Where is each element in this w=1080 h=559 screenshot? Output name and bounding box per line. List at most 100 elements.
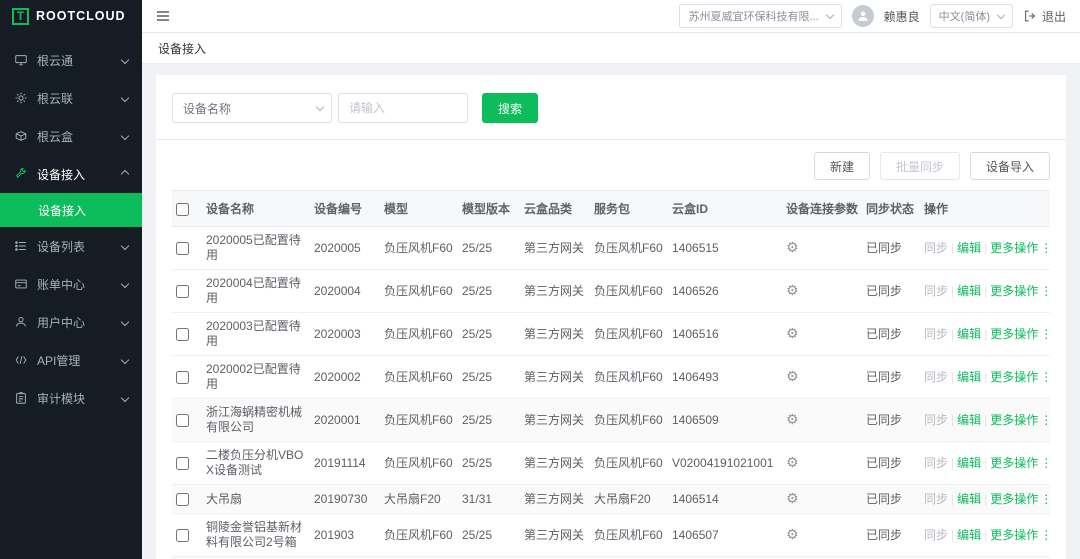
sidebar-item-user-center[interactable]: 用户中心: [0, 303, 142, 341]
user-avatar[interactable]: [852, 5, 874, 27]
table-toolbar: 新建 批量同步 设备导入: [156, 140, 1066, 190]
action-separator: |: [984, 284, 987, 298]
sync-action[interactable]: 同步: [924, 456, 948, 470]
search-button[interactable]: 搜索: [482, 93, 538, 123]
more-actions-dots-icon[interactable]: ⋮: [1040, 456, 1050, 470]
connection-params-gear-icon[interactable]: ⚙: [786, 454, 799, 470]
more-actions[interactable]: 更多操作: [990, 370, 1038, 384]
row-checkbox[interactable]: [176, 285, 189, 298]
sidebar-item-rootcloud-box[interactable]: 根云盒: [0, 117, 142, 155]
edit-action[interactable]: 编辑: [957, 327, 981, 341]
device-import-button[interactable]: 设备导入: [970, 152, 1050, 180]
cell-sync-status: 已同步: [862, 485, 920, 514]
row-checkbox[interactable]: [176, 529, 189, 542]
cell-service-package: 负压风机F60: [590, 356, 668, 399]
row-checkbox[interactable]: [176, 371, 189, 384]
cell-model: 负压风机F60: [380, 270, 458, 313]
sync-action[interactable]: 同步: [924, 284, 948, 298]
column-header-actions: 操作: [920, 191, 1050, 227]
more-actions[interactable]: 更多操作: [990, 492, 1038, 506]
sidebar-subitem-label: 设备接入: [38, 202, 86, 219]
more-actions-dots-icon[interactable]: ⋮: [1040, 492, 1050, 506]
sidebar-item-rootcloud-lian[interactable]: 根云联: [0, 79, 142, 117]
cell-model-version: 25/25: [458, 313, 520, 356]
edit-action[interactable]: 编辑: [957, 413, 981, 427]
action-separator: |: [984, 492, 987, 506]
sidebar-item-device-access[interactable]: 设备接入: [0, 155, 142, 193]
cell-device-name: 2020002已配置待用: [202, 356, 310, 399]
connection-params-gear-icon[interactable]: ⚙: [786, 411, 799, 427]
row-checkbox[interactable]: [176, 414, 189, 427]
sidebar-item-device-list[interactable]: 设备列表: [0, 227, 142, 265]
row-checkbox[interactable]: [176, 457, 189, 470]
more-actions-dots-icon[interactable]: ⋮: [1040, 241, 1050, 255]
more-actions-dots-icon[interactable]: ⋮: [1040, 413, 1050, 427]
action-separator: |: [984, 528, 987, 542]
search-input[interactable]: [338, 93, 468, 123]
connection-params-gear-icon[interactable]: ⚙: [786, 368, 799, 384]
sync-action[interactable]: 同步: [924, 528, 948, 542]
menu-hamburger-icon[interactable]: [155, 8, 171, 24]
more-actions-dots-icon[interactable]: ⋮: [1040, 528, 1050, 542]
cell-device-name: 2020003已配置待用: [202, 313, 310, 356]
sidebar-item-billing-center[interactable]: 账单中心: [0, 265, 142, 303]
sidebar-item-label: 根云联: [37, 90, 122, 107]
cell-device-no: 20191114: [310, 442, 380, 485]
sync-action[interactable]: 同步: [924, 370, 948, 384]
row-checkbox[interactable]: [176, 328, 189, 341]
edit-action[interactable]: 编辑: [957, 370, 981, 384]
device-table-body: 2020005已配置待用2020005负压风机F6025/25第三方网关负压风机…: [172, 227, 1050, 559]
cell-device-no: 2020001: [310, 399, 380, 442]
connection-params-gear-icon[interactable]: ⚙: [786, 490, 799, 506]
cell-model: 负压风机F60: [380, 399, 458, 442]
sidebar-item-audit-module[interactable]: 审计模块: [0, 379, 142, 417]
cell-model-version: 25/25: [458, 514, 520, 557]
sidebar: 根云通 根云联 根云盒 设备接入: [0, 33, 142, 559]
more-actions-dots-icon[interactable]: ⋮: [1040, 327, 1050, 341]
sidebar-item-api-management[interactable]: API管理: [0, 341, 142, 379]
more-actions-dots-icon[interactable]: ⋮: [1040, 284, 1050, 298]
sync-action[interactable]: 同步: [924, 241, 948, 255]
edit-action[interactable]: 编辑: [957, 492, 981, 506]
batch-sync-button[interactable]: 批量同步: [880, 152, 960, 180]
connection-params-gear-icon[interactable]: ⚙: [786, 282, 799, 298]
sidebar-subitem-device-access-active[interactable]: 设备接入: [0, 193, 142, 227]
page-title: 设备接入: [158, 40, 206, 57]
edit-action[interactable]: 编辑: [957, 284, 981, 298]
main-layout: 根云通 根云联 根云盒 设备接入: [0, 33, 1080, 559]
cell-box-id: 1406515: [668, 227, 782, 270]
connection-params-gear-icon[interactable]: ⚙: [786, 526, 799, 542]
row-checkbox[interactable]: [176, 493, 189, 506]
language-select[interactable]: 中文(简体): [930, 4, 1013, 28]
sync-action[interactable]: 同步: [924, 492, 948, 506]
sync-action[interactable]: 同步: [924, 327, 948, 341]
more-actions[interactable]: 更多操作: [990, 327, 1038, 341]
more-actions[interactable]: 更多操作: [990, 413, 1038, 427]
logout-button[interactable]: 退出: [1023, 8, 1066, 25]
edit-action[interactable]: 编辑: [957, 241, 981, 255]
more-actions[interactable]: 更多操作: [990, 284, 1038, 298]
row-checkbox[interactable]: [176, 242, 189, 255]
more-actions[interactable]: 更多操作: [990, 241, 1038, 255]
tenant-select[interactable]: 苏州夏威宜环保科技有限...: [679, 4, 841, 28]
tenant-select-value: 苏州夏威宜环保科技有限...: [688, 8, 818, 24]
new-button[interactable]: 新建: [814, 152, 870, 180]
filter-field-select[interactable]: 设备名称: [172, 93, 332, 123]
edit-action[interactable]: 编辑: [957, 456, 981, 470]
select-all-checkbox[interactable]: [176, 203, 189, 216]
cell-box-category: 第三方网关: [520, 313, 590, 356]
column-header-device-no: 设备编号: [310, 191, 380, 227]
cell-service-package: 负压风机F60: [590, 313, 668, 356]
connection-params-gear-icon[interactable]: ⚙: [786, 239, 799, 255]
sidebar-item-rootcloud-tong[interactable]: 根云通: [0, 41, 142, 79]
edit-action[interactable]: 编辑: [957, 528, 981, 542]
more-actions-dots-icon[interactable]: ⋮: [1040, 370, 1050, 384]
sync-action[interactable]: 同步: [924, 413, 948, 427]
chevron-down-icon: [121, 356, 129, 364]
sidebar-item-label: 设备列表: [37, 238, 122, 255]
chevron-down-icon: [316, 103, 324, 111]
more-actions[interactable]: 更多操作: [990, 528, 1038, 542]
more-actions[interactable]: 更多操作: [990, 456, 1038, 470]
connection-params-gear-icon[interactable]: ⚙: [786, 325, 799, 341]
cell-device-name: 二楼负压分机VBOX设备测试: [202, 442, 310, 485]
